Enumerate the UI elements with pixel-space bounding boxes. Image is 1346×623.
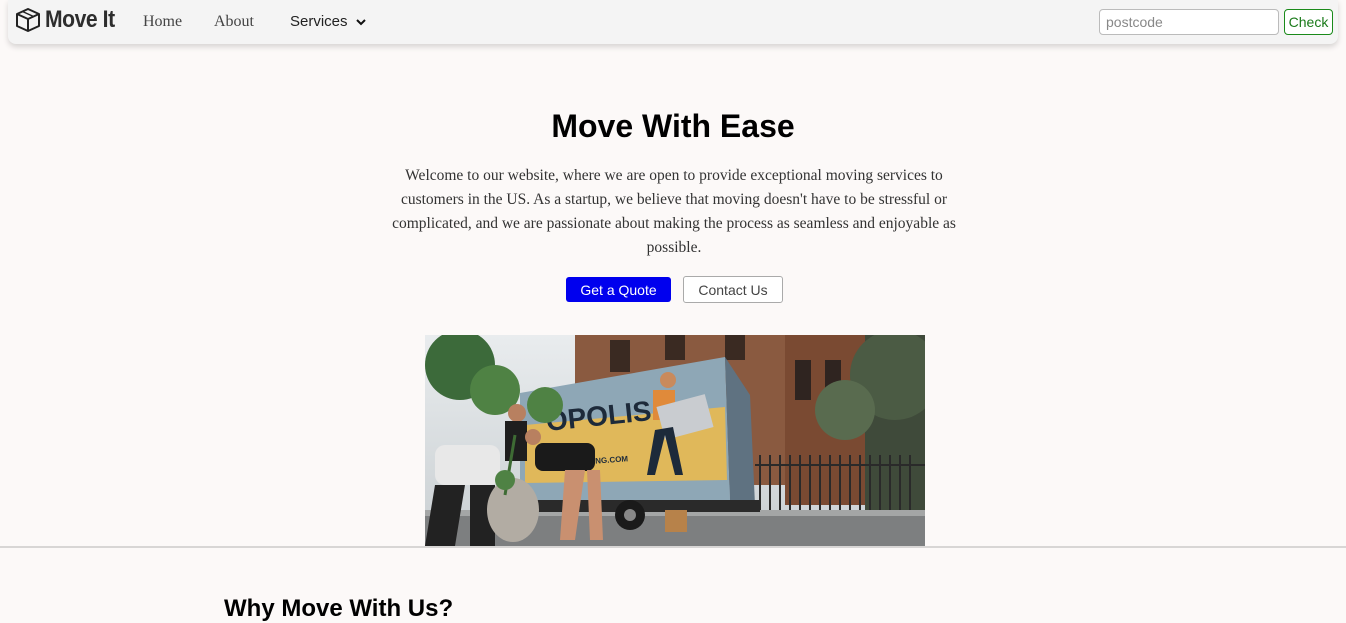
why-section-title: Why Move With Us? [224,595,454,622]
chevron-down-icon [355,18,366,25]
nav-home-link[interactable]: Home [143,13,182,31]
hero-image: OPOLIS MOVING.COM [425,335,925,546]
section-divider [0,546,1346,548]
get-quote-button[interactable]: Get a Quote [566,277,671,302]
hero-description: Welcome to our website, where we are ope… [392,167,956,256]
box-icon [16,8,40,32]
hero-title: Move With Ease [551,108,795,144]
check-button[interactable]: Check [1284,9,1333,35]
nav-about-link[interactable]: About [214,13,254,31]
contact-us-button[interactable]: Contact Us [683,276,783,303]
moving-truck-photo: OPOLIS MOVING.COM [425,335,925,546]
postcode-input[interactable] [1099,9,1279,35]
navbar: Move It Home About Services Check [8,0,1338,44]
brand-logo[interactable]: Move It [15,6,124,34]
nav-services-label: Services [290,13,348,30]
nav-services-dropdown[interactable]: Services [290,13,366,30]
brand-name: Move It [45,6,115,33]
